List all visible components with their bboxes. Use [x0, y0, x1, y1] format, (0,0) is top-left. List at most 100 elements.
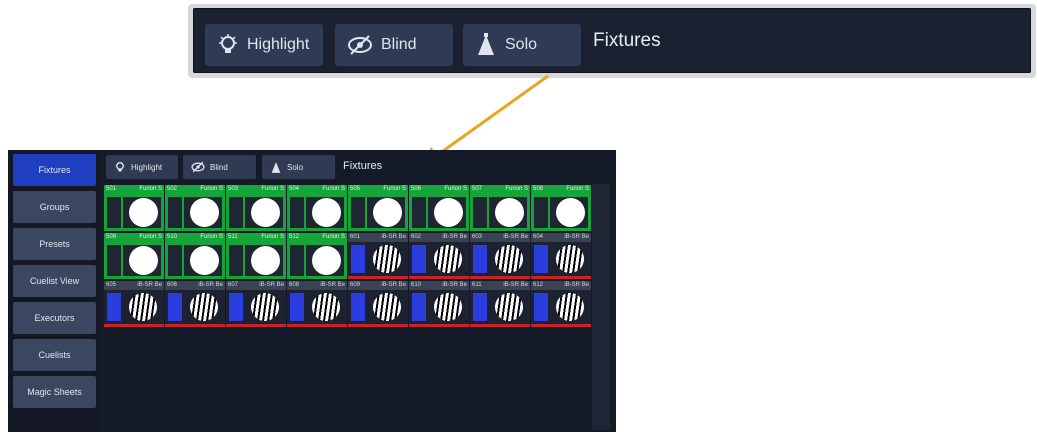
- fixture-beam-panel: [428, 243, 466, 275]
- fixture-number: 602: [411, 234, 422, 240]
- fixture-type: iB-SR Be: [137, 282, 162, 288]
- fixture-tile[interactable]: 608 iB-SR Be: [287, 281, 347, 327]
- fixture-intensity-swatch: [290, 293, 304, 321]
- sidebar-item-presets[interactable]: Presets: [13, 228, 96, 260]
- fixture-intensity-swatch: [412, 245, 426, 273]
- fixture-intensity-swatch: [229, 197, 243, 228]
- scrollbar[interactable]: [592, 184, 610, 430]
- fixture-number: 612: [533, 282, 544, 288]
- sidebar-item-fixtures[interactable]: Fixtures: [13, 154, 96, 186]
- fixture-type: iB-SR Be: [503, 282, 528, 288]
- highlight-button-small[interactable]: Highlight: [106, 155, 178, 179]
- fixture-tile[interactable]: 605 iB-SR Be: [104, 281, 164, 327]
- solo-button-small[interactable]: Solo: [262, 155, 335, 179]
- lightbulb-icon: [219, 34, 237, 53]
- fixture-tile[interactable]: 512 Furion S: [287, 233, 347, 279]
- fixture-beam-panel: [123, 291, 161, 323]
- fixture-type: Furion S: [261, 234, 284, 240]
- fixture-tile[interactable]: 610 iB-SR Be: [409, 281, 469, 327]
- fixture-header: 506 Furion S: [409, 185, 469, 194]
- fixture-intensity-swatch: [351, 293, 365, 321]
- fixture-header: 503 Furion S: [226, 185, 286, 194]
- fixture-intensity-swatch: [351, 245, 365, 273]
- fixture-header: 508 Furion S: [531, 185, 591, 194]
- fixture-intensity-swatch: [351, 197, 365, 228]
- gobo-icon: [554, 291, 586, 323]
- fixture-intensity-swatch: [534, 293, 548, 321]
- fixture-body: [470, 194, 530, 231]
- gobo-icon: [493, 243, 525, 275]
- fixture-intensity-swatch: [412, 197, 426, 228]
- fixture-beam-panel: [367, 291, 405, 323]
- fixture-header: 606 iB-SR Be: [165, 281, 225, 290]
- sidebar-item-cuelists[interactable]: Cuelists: [13, 339, 96, 371]
- fixture-body: [409, 242, 469, 279]
- fixture-tile[interactable]: 604 iB-SR Be: [531, 233, 591, 279]
- fixture-tile[interactable]: 602 iB-SR Be: [409, 233, 469, 279]
- fixture-beam-panel: [550, 197, 588, 228]
- fixture-number: 509: [106, 234, 117, 240]
- fixture-body: [348, 194, 408, 231]
- fixture-body: [165, 242, 225, 279]
- fixture-beam-panel: [489, 291, 527, 323]
- fixture-tile[interactable]: 509 Furion S: [104, 233, 164, 279]
- fixture-number: 506: [411, 186, 422, 192]
- fixture-tile[interactable]: 508 Furion S: [531, 185, 591, 231]
- gobo-icon: [127, 291, 159, 323]
- gobo-icon: [249, 291, 281, 323]
- fixture-header: 604 iB-SR Be: [531, 233, 591, 242]
- fixture-tile[interactable]: 503 Furion S: [226, 185, 286, 231]
- fixture-tile[interactable]: 504 Furion S: [287, 185, 347, 231]
- fixture-tile[interactable]: 601 iB-SR Be: [348, 233, 408, 279]
- sidebar-item-executors[interactable]: Executors: [13, 302, 96, 334]
- zoomed-toolbar-callout: Highlight Blind Solo Fixtures: [188, 4, 1036, 78]
- fixtures-pane: Highlight Blind Solo Fixtures 501 Furion …: [100, 150, 616, 432]
- fixture-tile[interactable]: 612 iB-SR Be: [531, 281, 591, 327]
- fixture-tile[interactable]: 505 Furion S: [348, 185, 408, 231]
- fixture-body: [104, 290, 164, 327]
- solo-button[interactable]: Solo: [463, 24, 581, 66]
- spotlight-icon: [271, 161, 281, 173]
- beam-open-icon: [312, 246, 341, 275]
- fixture-header: 505 Furion S: [348, 185, 408, 194]
- fixture-tile[interactable]: 607 iB-SR Be: [226, 281, 286, 327]
- highlight-button[interactable]: Highlight: [205, 24, 323, 66]
- fixture-number: 608: [289, 282, 300, 288]
- beam-open-icon: [190, 198, 219, 227]
- blind-button-small[interactable]: Blind: [183, 155, 256, 179]
- fixture-intensity-swatch: [473, 245, 487, 273]
- fixture-tile[interactable]: 606 iB-SR Be: [165, 281, 225, 327]
- beam-open-icon: [190, 246, 219, 275]
- fixture-body: [470, 242, 530, 279]
- fixture-type: iB-SR Be: [381, 282, 406, 288]
- fixture-body: [226, 242, 286, 279]
- fixture-number: 604: [533, 234, 544, 240]
- fixture-body: [226, 194, 286, 231]
- fixture-tile[interactable]: 507 Furion S: [470, 185, 530, 231]
- fixture-beam-panel: [550, 291, 588, 323]
- fixture-tile[interactable]: 511 Furion S: [226, 233, 286, 279]
- fixture-tile[interactable]: 609 iB-SR Be: [348, 281, 408, 327]
- fixture-number: 511: [228, 234, 238, 240]
- fixture-tile[interactable]: 611 iB-SR Be: [470, 281, 530, 327]
- fixture-intensity-swatch: [473, 197, 487, 228]
- fixture-body: [165, 194, 225, 231]
- fixture-beam-panel: [184, 291, 222, 323]
- sidebar-item-cuelist-view[interactable]: Cuelist View: [13, 265, 96, 297]
- fixture-number: 504: [289, 186, 300, 192]
- sidebar-item-groups[interactable]: Groups: [13, 191, 96, 223]
- fixture-tile[interactable]: 506 Furion S: [409, 185, 469, 231]
- fixture-tile[interactable]: 510 Furion S: [165, 233, 225, 279]
- fixture-tile[interactable]: 501 Furion S: [104, 185, 164, 231]
- fixture-tile[interactable]: 603 iB-SR Be: [470, 233, 530, 279]
- fixture-tile[interactable]: 502 Furion S: [165, 185, 225, 231]
- gobo-icon: [371, 291, 403, 323]
- blind-button[interactable]: Blind: [335, 24, 453, 66]
- fixture-intensity-swatch: [290, 197, 304, 228]
- fixture-type: Furion S: [139, 234, 162, 240]
- fixture-body: [287, 194, 347, 231]
- sidebar-item-magic-sheets[interactable]: Magic Sheets: [13, 376, 96, 408]
- fixture-intensity-swatch: [107, 293, 121, 321]
- fixture-number: 503: [228, 186, 239, 192]
- fixture-intensity-swatch: [290, 245, 304, 276]
